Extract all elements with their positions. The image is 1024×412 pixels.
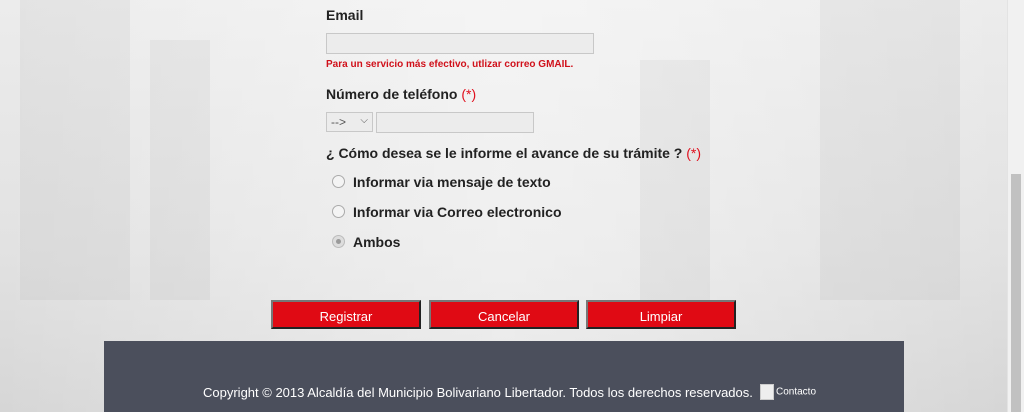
cancel-button[interactable]: Cancelar <box>429 300 579 329</box>
footer: Copyright © 2013 Alcaldía del Municipio … <box>104 341 904 412</box>
broken-image-icon <box>760 384 774 400</box>
scrollbar-thumb[interactable] <box>1011 174 1021 412</box>
clear-button[interactable]: Limpiar <box>586 300 736 329</box>
email-input[interactable] <box>326 33 594 54</box>
option-both[interactable]: Ambos <box>332 234 400 252</box>
option-sms-label: Informar via mensaje de texto <box>353 174 551 190</box>
radio-email[interactable] <box>332 204 345 218</box>
option-email-label: Informar via Correo electronico <box>353 204 562 220</box>
notify-question: ¿ Cómo desea se le informe el avance de … <box>326 145 702 161</box>
email-label: Email <box>326 7 364 23</box>
option-both-label: Ambos <box>353 234 401 250</box>
phone-input[interactable] <box>376 112 534 133</box>
radio-sms[interactable] <box>332 174 345 188</box>
required-mark: (*) <box>461 86 477 102</box>
contact-label: Contacto <box>776 386 817 398</box>
phone-prefix-select[interactable]: --> ⌵ <box>326 112 373 132</box>
email-hint: Para un servicio más efectivo, utlizar c… <box>326 59 574 70</box>
chevron-down-icon: ⌵ <box>360 115 368 126</box>
phone-label: Número de teléfono (*) <box>326 86 477 102</box>
required-mark: (*) <box>686 145 702 161</box>
register-button[interactable]: Registrar <box>271 300 421 329</box>
vertical-scrollbar[interactable] <box>1007 0 1024 412</box>
radio-both[interactable] <box>332 234 345 248</box>
option-email[interactable]: Informar via Correo electronico <box>332 204 562 222</box>
copyright-text: Copyright © 2013 Alcaldía del Municipio … <box>203 385 753 400</box>
option-sms[interactable]: Informar via mensaje de texto <box>332 174 551 192</box>
contact-link[interactable]: Contacto <box>760 384 816 400</box>
